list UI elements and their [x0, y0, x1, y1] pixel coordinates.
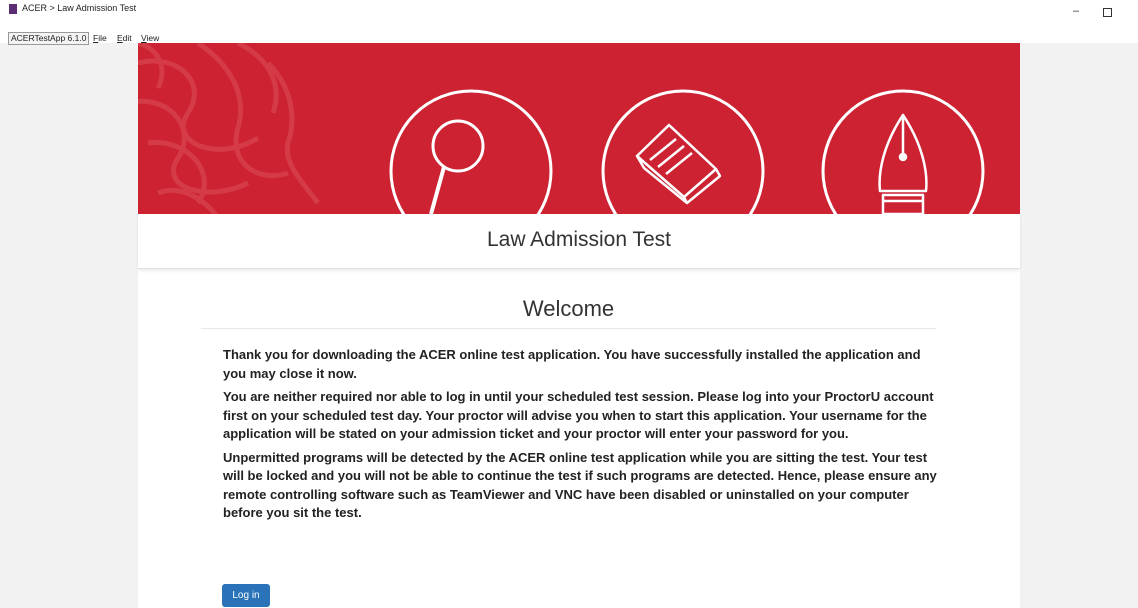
page-title: Law Admission Test: [138, 214, 1020, 269]
minimize-button[interactable]: –: [1073, 6, 1079, 17]
welcome-text: Thank you for downloading the ACER onlin…: [223, 346, 938, 528]
paragraph-login-info: You are neither required nor able to log…: [223, 389, 934, 441]
fountain-pen-icon: [878, 113, 928, 214]
app-icon: [9, 4, 17, 14]
banner-graphic: [138, 43, 985, 214]
divider: [201, 328, 936, 329]
paragraph-installed: Thank you for downloading the ACER onlin…: [223, 347, 921, 381]
magnifier-circle: [389, 89, 553, 214]
app-version-label: ACERTestApp 6.1.0: [8, 32, 90, 45]
login-button[interactable]: Log in: [222, 584, 270, 607]
swirl-pattern: [138, 43, 320, 214]
content-card: Law Admission Test Welcome Thank you for…: [138, 43, 1020, 608]
welcome-heading: Welcome: [522, 296, 615, 321]
magnifier-icon: [429, 119, 485, 214]
title-bar: ACER > Law Admission Test –: [0, 0, 1138, 17]
paragraph-unpermitted-programs: Unpermitted programs will be detected by…: [223, 449, 937, 521]
menu-bar: ACERTestApp 6.1.0 File Edit View: [0, 17, 1138, 45]
book-icon: [635, 123, 722, 205]
window-title: ACER > Law Admission Test: [22, 3, 137, 13]
menu-file[interactable]: File: [93, 33, 107, 44]
header-banner: [138, 43, 1020, 214]
restore-button[interactable]: [1103, 8, 1112, 17]
menu-edit[interactable]: Edit: [117, 33, 132, 44]
